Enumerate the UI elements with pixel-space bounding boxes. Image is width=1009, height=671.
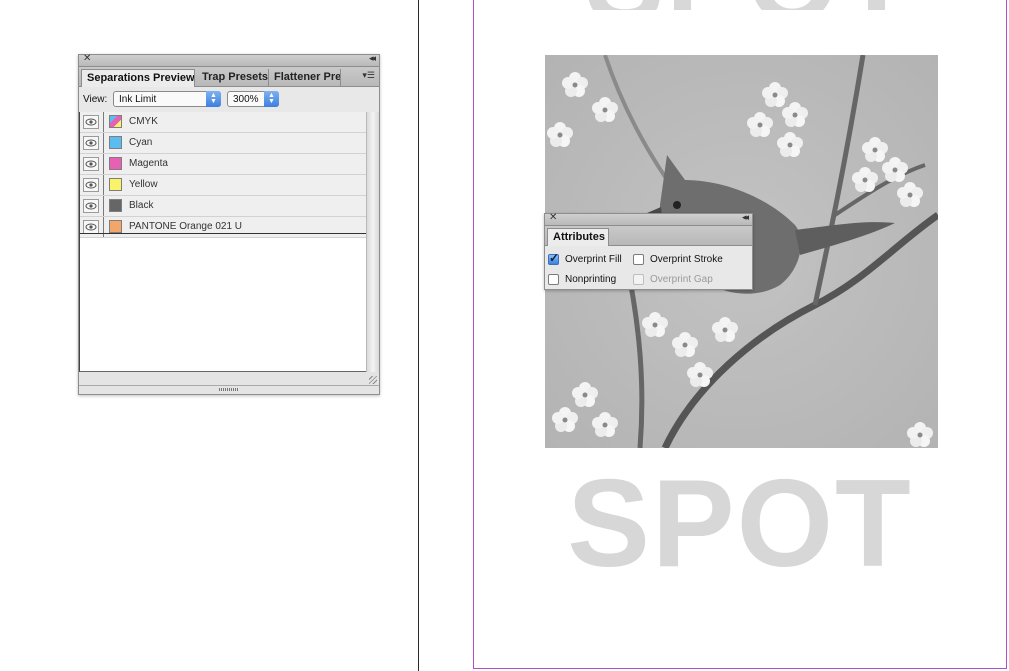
ink-name: Black [129, 200, 154, 211]
panel-titlebar[interactable]: ✕ ◂◂ [545, 212, 752, 226]
color-swatch [109, 178, 122, 191]
color-swatch [109, 199, 122, 212]
tab-flattener-preview[interactable]: Flattener Pre [269, 69, 341, 86]
select-arrows-icon: ▲ ▼ [206, 91, 221, 107]
panel-menu-icon[interactable]: ▾☰ [362, 70, 375, 81]
list-item[interactable]: Yellow [80, 175, 366, 196]
ink-name: Yellow [129, 179, 158, 190]
scrollbar[interactable] [366, 112, 379, 372]
overprint-stroke-label: Overprint Stroke [650, 254, 723, 265]
panel-footer [79, 372, 379, 394]
overprint-fill-checkbox[interactable] [548, 251, 559, 265]
attributes-options: Overprint Fill Overprint Stroke Nonprint… [545, 246, 752, 292]
color-swatch [109, 136, 122, 149]
list-item[interactable]: CMYK [80, 112, 366, 133]
view-row: View: Ink Limit ▲ ▼ 300% ▲ ▼ [79, 87, 379, 115]
divider [103, 196, 104, 216]
nonprinting-label: Nonprinting [565, 274, 617, 285]
panel-resize-grip-icon[interactable] [219, 388, 239, 391]
ink-name: Cyan [129, 137, 153, 148]
document-text-spot[interactable]: SPOT [540, 462, 940, 586]
list-item[interactable]: Magenta [80, 154, 366, 175]
tab-attributes[interactable]: Attributes [547, 228, 609, 246]
separations-preview-panel: ✕ ◂◂ Separations Preview Trap Presets Fl… [78, 53, 380, 395]
tab-separations-preview[interactable]: Separations Preview [81, 69, 195, 87]
attributes-panel: ✕ ◂◂ Attributes Overprint Fill Overprint… [544, 212, 753, 292]
divider [103, 112, 104, 132]
eye-icon[interactable] [83, 178, 99, 192]
eye-icon[interactable] [83, 115, 99, 129]
collapse-panel-icon[interactable]: ◂◂ [369, 53, 376, 64]
divider [103, 133, 104, 153]
overprint-stroke-checkbox[interactable] [633, 254, 644, 265]
tab-trap-presets[interactable]: Trap Presets [197, 69, 269, 86]
color-swatch [109, 220, 122, 233]
ink-name: Magenta [129, 158, 168, 169]
ink-limit-value: 300% [233, 94, 259, 105]
spread-spine [418, 0, 419, 671]
close-icon[interactable]: ✕ [549, 212, 557, 223]
divider [103, 175, 104, 195]
ink-limit-select[interactable]: 300% ▲ ▼ [227, 91, 279, 107]
view-label: View: [83, 94, 108, 105]
panel-tab-bar: Attributes [545, 226, 752, 246]
eye-icon[interactable] [83, 157, 99, 171]
collapse-panel-icon[interactable]: ◂◂ [742, 212, 749, 223]
overprint-gap-checkbox [633, 274, 644, 285]
overprint-fill-label: Overprint Fill [565, 254, 622, 265]
list-item[interactable]: Cyan [80, 133, 366, 154]
select-arrows-icon: ▲ ▼ [264, 91, 279, 107]
eye-icon[interactable] [83, 220, 99, 234]
ink-name: CMYK [129, 116, 158, 127]
divider [79, 385, 379, 386]
overprint-gap-label: Overprint Gap [650, 274, 713, 285]
list-item[interactable]: PANTONE Orange 021 U [80, 217, 366, 238]
document-text-top[interactable]: SPOT [560, 0, 940, 10]
list-end-divider [80, 233, 366, 234]
view-mode-select[interactable]: Ink Limit ▲ ▼ [113, 91, 221, 107]
resize-corner-icon[interactable] [369, 376, 377, 384]
eye-icon[interactable] [83, 136, 99, 150]
color-swatch [109, 157, 122, 170]
cmyk-swatch-icon [109, 115, 122, 128]
nonprinting-checkbox[interactable] [548, 274, 559, 285]
divider [103, 154, 104, 174]
eye-icon[interactable] [83, 199, 99, 213]
close-icon[interactable]: ✕ [83, 53, 91, 64]
list-item[interactable]: Black [80, 196, 366, 217]
ink-name: PANTONE Orange 021 U [129, 221, 243, 232]
divider [103, 217, 104, 237]
panel-titlebar[interactable]: ✕ ◂◂ [79, 53, 379, 67]
view-mode-value: Ink Limit [119, 94, 157, 105]
panel-tab-bar: Separations Preview Trap Presets Flatten… [79, 67, 379, 87]
ink-list: CMYK Cyan Magenta Yellow Black PANTONE O… [79, 112, 366, 372]
